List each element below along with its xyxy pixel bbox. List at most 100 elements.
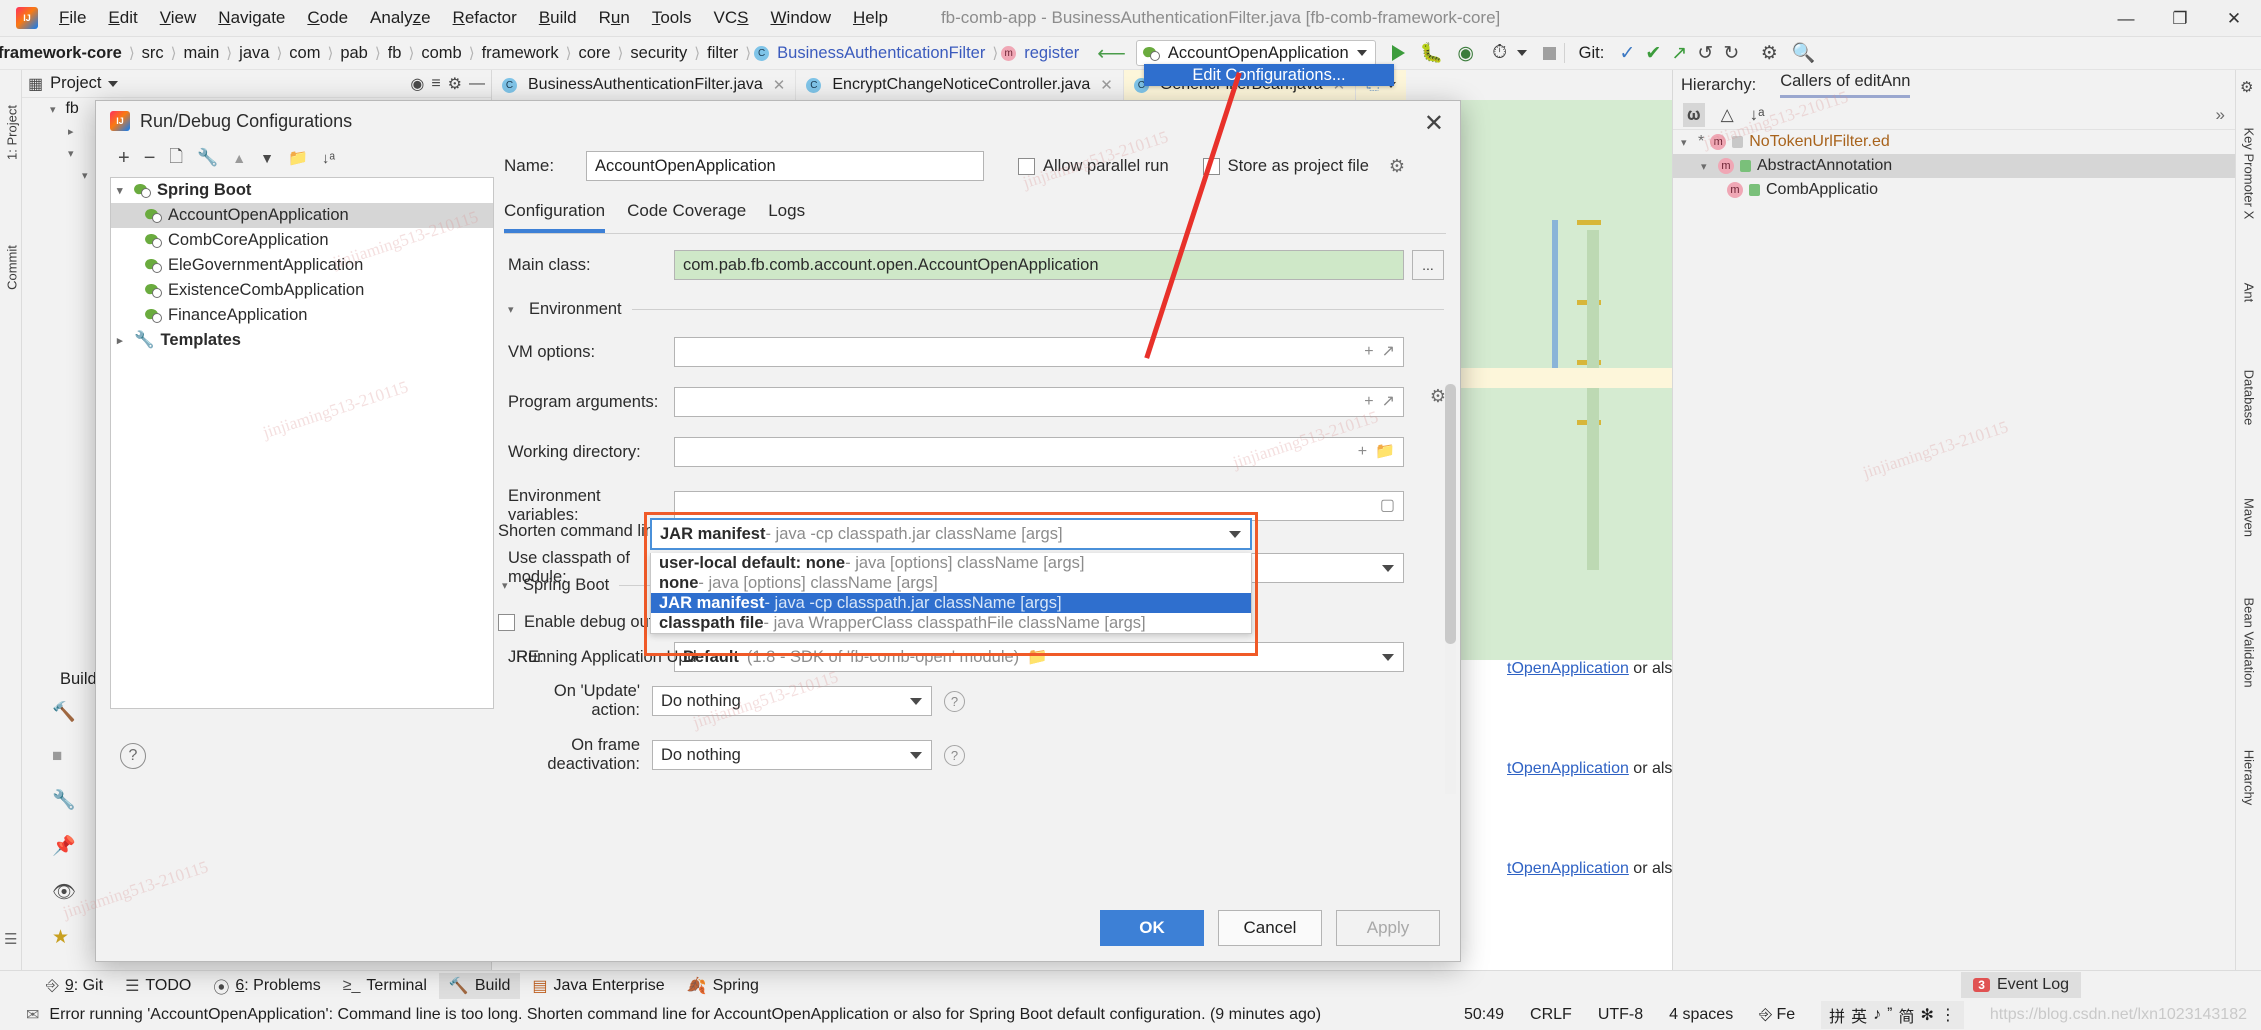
breadcrumb-item[interactable]: framework xyxy=(478,44,563,63)
folder-icon[interactable]: 📁 xyxy=(1375,438,1395,466)
maximize-icon[interactable]: ❐ xyxy=(2153,0,2207,37)
error-hint-link[interactable]: tOpenApplication xyxy=(1507,660,1629,677)
git-update-icon[interactable]: ✓ xyxy=(1614,40,1640,66)
enable-debug-output-checkbox[interactable] xyxy=(498,614,515,631)
expand-icon[interactable]: ↗ xyxy=(1382,338,1395,366)
add-macro-icon[interactable]: + xyxy=(1364,338,1373,366)
editor-tab[interactable]: C EncryptChangeNoticeController.java ✕ xyxy=(796,70,1124,100)
tree-group-spring-boot[interactable]: ▾ Spring Boot xyxy=(111,178,493,203)
hide-icon[interactable]: — xyxy=(469,75,485,93)
git-branch-widget[interactable]: ⎆ Fe xyxy=(1759,1006,1795,1024)
breadcrumb-item[interactable]: main xyxy=(180,44,224,63)
sidebar-item-key-promoter-x[interactable]: Key Promoter X xyxy=(2242,128,2257,220)
tool-window-terminal[interactable]: ≥_ Terminal xyxy=(333,974,437,998)
gear-icon[interactable]: ⚙ xyxy=(448,74,462,94)
tree-item-ele-government-application[interactable]: EleGovernmentApplication xyxy=(111,253,493,278)
editor-tab[interactable]: C BusinessAuthenticationFilter.java ✕ xyxy=(492,70,797,100)
callers-hierarchy-icon[interactable]: 𝛚 xyxy=(1683,102,1705,127)
dropdown-option-none[interactable]: none - java [options] className [args] xyxy=(651,573,1251,593)
debug-button[interactable]: 🐛 xyxy=(1419,40,1445,66)
configurations-tree[interactable]: ▾ Spring Boot AccountOpenApplication Com… xyxy=(110,177,494,709)
expand-icon[interactable]: ↗ xyxy=(1382,388,1395,416)
menu-refactor[interactable]: Refactor xyxy=(442,4,528,32)
wrench-icon[interactable]: 🔧 xyxy=(52,788,76,812)
hierarchy-row[interactable]: m CombApplicatio xyxy=(1673,178,2235,202)
apply-button[interactable]: Apply xyxy=(1336,910,1440,946)
star-icon[interactable]: ★ xyxy=(52,926,76,949)
pin-icon[interactable]: 📌 xyxy=(52,834,76,858)
tool-window-build[interactable]: 🔨 Build xyxy=(438,972,521,999)
back-arrow-icon[interactable]: ⟵ xyxy=(1097,41,1126,66)
eye-icon[interactable]: 👁 xyxy=(52,880,76,904)
sort-icon[interactable]: ↓ᵃ xyxy=(322,150,335,167)
copy-icon[interactable]: 🗋 xyxy=(169,144,183,173)
run-with-coverage-button[interactable]: ◉ xyxy=(1453,40,1479,66)
collapse-all-icon[interactable]: ≡ xyxy=(431,75,440,93)
cancel-button[interactable]: Cancel xyxy=(1218,910,1322,946)
sidebar-item-bean-validation[interactable]: Bean Validation xyxy=(2242,598,2257,688)
line-separator[interactable]: CRLF xyxy=(1530,1006,1572,1024)
menu-navigate[interactable]: Navigate xyxy=(207,4,296,32)
breadcrumb-item[interactable]: src xyxy=(138,44,168,63)
menu-tools[interactable]: Tools xyxy=(641,4,703,32)
add-macro-icon[interactable]: + xyxy=(1358,438,1367,466)
git-push-icon[interactable]: ↗ xyxy=(1666,40,1692,66)
tab-logs[interactable]: Logs xyxy=(768,201,805,233)
menu-run[interactable]: Run xyxy=(588,4,641,32)
tree-item-finance-application[interactable]: FinanceApplication xyxy=(111,303,493,328)
close-icon[interactable]: ✕ xyxy=(2207,0,2261,37)
on-frame-deactivation-help-icon[interactable]: ? xyxy=(944,744,965,766)
tool-window-java-enterprise[interactable]: ▤ Java Enterprise xyxy=(522,973,674,999)
minimize-icon[interactable]: — xyxy=(2099,0,2153,37)
sidebar-item-database[interactable]: Database xyxy=(2242,358,2257,438)
menu-code[interactable]: Code xyxy=(296,4,359,32)
on-update-action-combo[interactable]: Do nothing xyxy=(652,686,932,716)
tree-group-templates[interactable]: ▸ 🔧 Templates xyxy=(111,328,493,353)
form-scrollbar[interactable] xyxy=(1445,384,1456,794)
tree-item-comb-core-application[interactable]: CombCoreApplication xyxy=(111,228,493,253)
key-promoter-icon[interactable]: ⚙ xyxy=(2240,78,2253,96)
move-down-icon[interactable]: ▼ xyxy=(260,150,274,166)
environment-section-header[interactable]: ▾ Environment xyxy=(508,300,1444,319)
sidebar-item-commit[interactable]: Commit xyxy=(5,238,20,298)
move-up-icon[interactable]: ▲ xyxy=(232,150,246,166)
hammer-icon[interactable]: 🔨 xyxy=(52,700,76,724)
ime-indicator[interactable]: 拼 英 ♪ ˮ 简 ✻ ⋮ xyxy=(1821,1001,1964,1029)
indent-setting[interactable]: 4 spaces xyxy=(1669,1006,1733,1024)
jre-settings-gear-icon[interactable]: ⚙ xyxy=(1430,386,1446,407)
main-class-browse-button[interactable]: ... xyxy=(1412,250,1444,280)
breadcrumb-item[interactable]: fb xyxy=(384,44,406,63)
hierarchy-tab[interactable]: Callers of editAnn xyxy=(1780,72,1911,98)
vm-options-input[interactable]: + ↗ xyxy=(674,337,1404,367)
breadcrumb-class[interactable]: BusinessAuthenticationFilter xyxy=(773,44,989,63)
menu-file[interactable]: File xyxy=(48,4,97,32)
main-class-input[interactable]: com.pab.fb.comb.account.open.AccountOpen… xyxy=(674,250,1404,280)
new-folder-icon[interactable]: 📁 xyxy=(288,148,308,168)
run-button[interactable] xyxy=(1391,45,1405,61)
menu-vcs[interactable]: VCS xyxy=(703,4,760,32)
run-configuration-selector[interactable]: AccountOpenApplication xyxy=(1135,40,1376,66)
menu-edit[interactable]: Edit xyxy=(97,4,148,32)
breadcrumb-item[interactable]: com xyxy=(285,44,324,63)
tab-code-coverage[interactable]: Code Coverage xyxy=(627,201,746,233)
menu-view[interactable]: View xyxy=(149,4,208,32)
tool-window-spring[interactable]: 🍂 Spring xyxy=(677,973,769,999)
breadcrumb-item[interactable]: security xyxy=(626,44,691,63)
gear-icon[interactable]: ⚙ xyxy=(1389,156,1405,177)
remove-icon[interactable]: − xyxy=(144,147,156,170)
allow-parallel-run-checkbox[interactable] xyxy=(1018,157,1035,175)
menu-build[interactable]: Build xyxy=(528,4,588,32)
tab-configuration[interactable]: Configuration xyxy=(504,201,606,233)
sort-alphabetically-icon[interactable]: ↓ᵃ xyxy=(1750,105,1765,125)
breadcrumb-method[interactable]: register xyxy=(1020,44,1083,63)
breadcrumb-item[interactable]: framework-core xyxy=(0,44,126,63)
tree-item-existence-comb-application[interactable]: ExistenceCombApplication xyxy=(111,278,493,303)
git-history-icon[interactable]: ↺ xyxy=(1692,40,1718,66)
sidebar-item-project[interactable]: 1: Project xyxy=(5,103,20,163)
breadcrumb-item[interactable]: core xyxy=(574,44,614,63)
breadcrumb-item[interactable]: pab xyxy=(336,44,372,63)
breadcrumb-item[interactable]: comb xyxy=(417,44,465,63)
menu-analyze[interactable]: Analyze xyxy=(359,4,442,32)
dropdown-option-user-local-default-none[interactable]: user-local default: none - java [options… xyxy=(651,553,1251,573)
allow-parallel-run-checkbox-row[interactable]: Allow parallel run xyxy=(1018,157,1169,176)
